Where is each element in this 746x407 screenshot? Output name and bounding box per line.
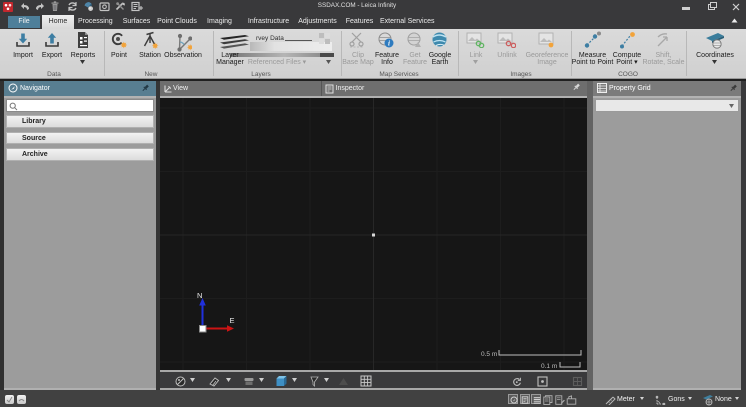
svg-text:i: i: [388, 40, 390, 48]
svg-text:N: N: [197, 291, 202, 300]
svg-text:E: E: [230, 316, 235, 325]
